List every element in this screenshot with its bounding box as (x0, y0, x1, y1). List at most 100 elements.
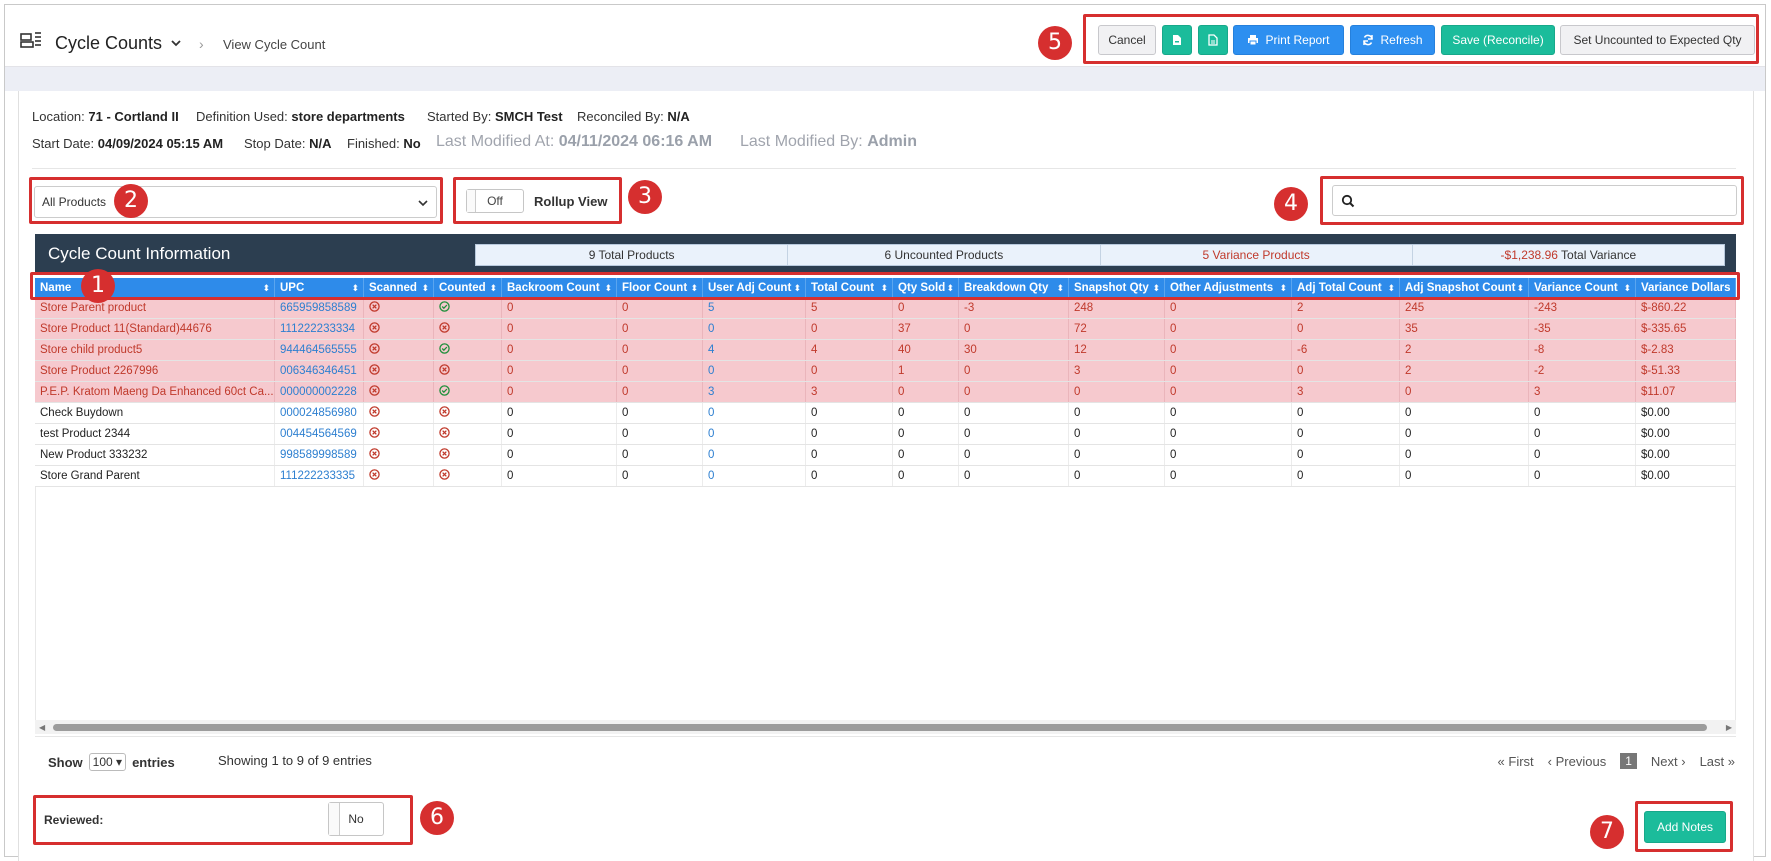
cell-snapshot: 0 (1069, 424, 1165, 444)
cell-upc[interactable]: 944464565555 (275, 340, 364, 360)
cell-var-count: 0 (1529, 445, 1636, 465)
cell-upc[interactable]: 000024856980 (275, 403, 364, 423)
cell-total: 3 (806, 382, 893, 402)
table-row[interactable]: Check Buydown 000024856980 0 0 0 0 0 0 0 0 0 0 0 $0.0… (35, 403, 1736, 424)
started-by-info: Started By: SMCH Test (427, 109, 563, 124)
total-products-stat: 9 Total Products (476, 245, 789, 265)
previous-page-link[interactable]: ‹ Previous (1548, 754, 1607, 769)
cell-adj-snapshot: 2 (1400, 361, 1529, 381)
cell-adj-total: 3 (1292, 382, 1400, 402)
cell-user-adj[interactable]: 5 (703, 298, 806, 318)
chevron-down-icon[interactable] (170, 37, 182, 49)
cell-var-dollars: $-335.65 (1636, 319, 1736, 339)
cell-upc[interactable]: 111222233334 (275, 319, 364, 339)
cell-upc[interactable]: 004454564569 (275, 424, 364, 444)
cell-breakdown: 0 (959, 466, 1069, 486)
cell-counted (434, 382, 502, 402)
cell-user-adj[interactable]: 0 (703, 361, 806, 381)
cell-user-adj[interactable]: 4 (703, 340, 806, 360)
location-info: Location: 71 - Cortland II (32, 109, 179, 124)
finished-info: Finished: No (347, 136, 421, 151)
divider (35, 736, 1736, 737)
cell-var-count: 0 (1529, 466, 1636, 486)
cell-user-adj[interactable]: 0 (703, 403, 806, 423)
next-page-link[interactable]: Next › (1651, 754, 1686, 769)
current-page[interactable]: 1 (1620, 753, 1637, 769)
annotation-marker-5: 5 (1038, 26, 1072, 60)
table-row[interactable]: Store Product 11(Standard)44676 111222233… (35, 319, 1736, 340)
table-row[interactable]: New Product 333232 998589998589 0 0 0 0 0 0 0 0 0 0… (35, 445, 1736, 466)
last-page-link[interactable]: Last » (1700, 754, 1735, 769)
cell-upc[interactable]: 000000002228 (275, 382, 364, 402)
cell-qty-sold: 0 (893, 382, 959, 402)
cell-other-adj: 0 (1165, 361, 1292, 381)
cell-user-adj[interactable]: 0 (703, 319, 806, 339)
cell-upc[interactable]: 998589998589 (275, 445, 364, 465)
cell-var-count: -35 (1529, 319, 1636, 339)
divider (32, 168, 1736, 169)
cell-breakdown: -3 (959, 298, 1069, 318)
scroll-right-icon[interactable]: ▶ (1726, 723, 1732, 732)
cell-upc[interactable]: 006346346451 (275, 361, 364, 381)
table-empty-area (35, 487, 1736, 720)
breadcrumb: View Cycle Count (223, 37, 326, 52)
cell-snapshot: 0 (1069, 445, 1165, 465)
table-row[interactable]: Store child product5 944464565555 0 0 4 4 40 30… (35, 340, 1736, 361)
cell-scanned (364, 382, 434, 402)
cell-qty-sold: 37 (893, 319, 959, 339)
check-circle-icon (439, 385, 450, 396)
table-row[interactable]: Store Grand Parent 111222233335 0 0 0 0 0 0 0 0 0 0… (35, 466, 1736, 487)
table-row[interactable]: Store Parent product 665959858589 0 0 5 5 0 -3 2… (35, 298, 1736, 319)
cell-adj-snapshot: 35 (1400, 319, 1529, 339)
cell-user-adj[interactable]: 0 (703, 424, 806, 444)
annotation-box-7 (1635, 801, 1733, 852)
cell-counted (434, 340, 502, 360)
cell-counted (434, 466, 502, 486)
table-row[interactable]: P.E.P. Kratom Maeng Da Enhanced 60ct Ca.… (35, 382, 1736, 403)
cell-user-adj[interactable]: 3 (703, 382, 806, 402)
annotation-box-4 (1320, 176, 1744, 225)
cell-snapshot: 248 (1069, 298, 1165, 318)
cell-var-dollars: $-51.33 (1636, 361, 1736, 381)
cell-breakdown: 0 (959, 403, 1069, 423)
cell-snapshot: 3 (1069, 361, 1165, 381)
cell-upc[interactable]: 665959858589 (275, 298, 364, 318)
cell-snapshot: 12 (1069, 340, 1165, 360)
cell-adj-snapshot: 2 (1400, 340, 1529, 360)
x-circle-icon (439, 448, 450, 459)
cell-upc[interactable]: 111222233335 (275, 466, 364, 486)
cell-counted (434, 403, 502, 423)
cell-backroom: 0 (502, 424, 617, 444)
table-body: Store Parent product 665959858589 0 0 5 5 0 -3 2… (35, 298, 1736, 487)
x-circle-icon (439, 322, 450, 333)
table-row[interactable]: test Product 2344 004454564569 0 0 0 0 0 0 0 0 0 0 0… (35, 424, 1736, 445)
cell-snapshot: 0 (1069, 382, 1165, 402)
last-modified-at-info: Last Modified At: 04/11/2024 06:16 AM (436, 133, 713, 150)
horizontal-scrollbar[interactable]: ◀ ▶ (35, 720, 1736, 734)
page-background (5, 67, 1765, 91)
cell-var-dollars: $-2.83 (1636, 340, 1736, 360)
show-label: Show (48, 754, 83, 770)
first-page-link[interactable]: « First (1498, 754, 1534, 769)
cell-backroom: 0 (502, 382, 617, 402)
cell-floor: 0 (617, 382, 703, 402)
cell-user-adj[interactable]: 0 (703, 445, 806, 465)
cell-scanned (364, 466, 434, 486)
scrollbar-thumb[interactable] (53, 724, 1707, 731)
cell-scanned (364, 361, 434, 381)
app-title: Cycle Counts (55, 33, 163, 53)
cell-scanned (364, 403, 434, 423)
cell-floor: 0 (617, 424, 703, 444)
cell-counted (434, 424, 502, 444)
cell-user-adj[interactable]: 0 (703, 466, 806, 486)
scroll-left-icon[interactable]: ◀ (39, 723, 45, 732)
entries-select[interactable]: 100 ▾ (88, 753, 127, 771)
variance-products-stat[interactable]: 5 Variance Products (1101, 245, 1413, 265)
annotation-marker-2: 2 (114, 184, 148, 218)
x-circle-icon (439, 427, 450, 438)
cell-var-dollars: $0.00 (1636, 466, 1736, 486)
reconciled-by-info: Reconciled By: N/A (577, 109, 690, 124)
cell-other-adj: 0 (1165, 319, 1292, 339)
cell-var-count: -2 (1529, 361, 1636, 381)
table-row[interactable]: Store Product 2267996 006346346451 0 0 0 0 1 0 3… (35, 361, 1736, 382)
